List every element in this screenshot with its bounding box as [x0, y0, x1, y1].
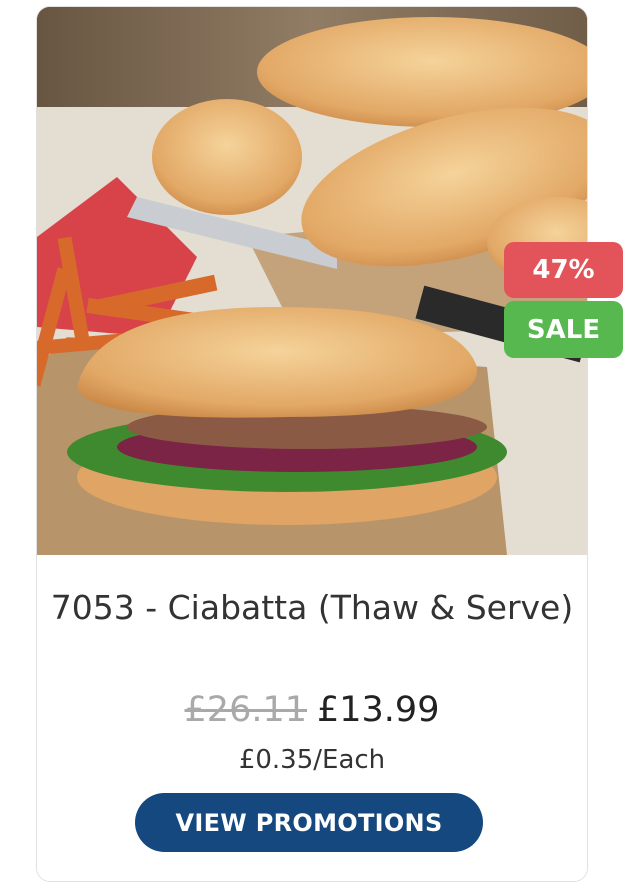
unit-price: £0.35/Each	[238, 745, 386, 775]
old-price: £26.11	[184, 690, 307, 730]
product-card[interactable]: 7053 - Ciabatta (Thaw & Serve) £26.11 £13…	[36, 6, 588, 882]
current-price: £13.99	[317, 690, 440, 730]
price-row: £26.11 £13.99	[37, 690, 587, 730]
discount-percent-badge: 47%	[504, 242, 623, 298]
view-promotions-button[interactable]: VIEW PROMOTIONS	[135, 793, 483, 852]
product-title[interactable]: 7053 - Ciabatta (Thaw & Serve)	[37, 585, 587, 630]
sale-badge: SALE	[504, 301, 623, 358]
